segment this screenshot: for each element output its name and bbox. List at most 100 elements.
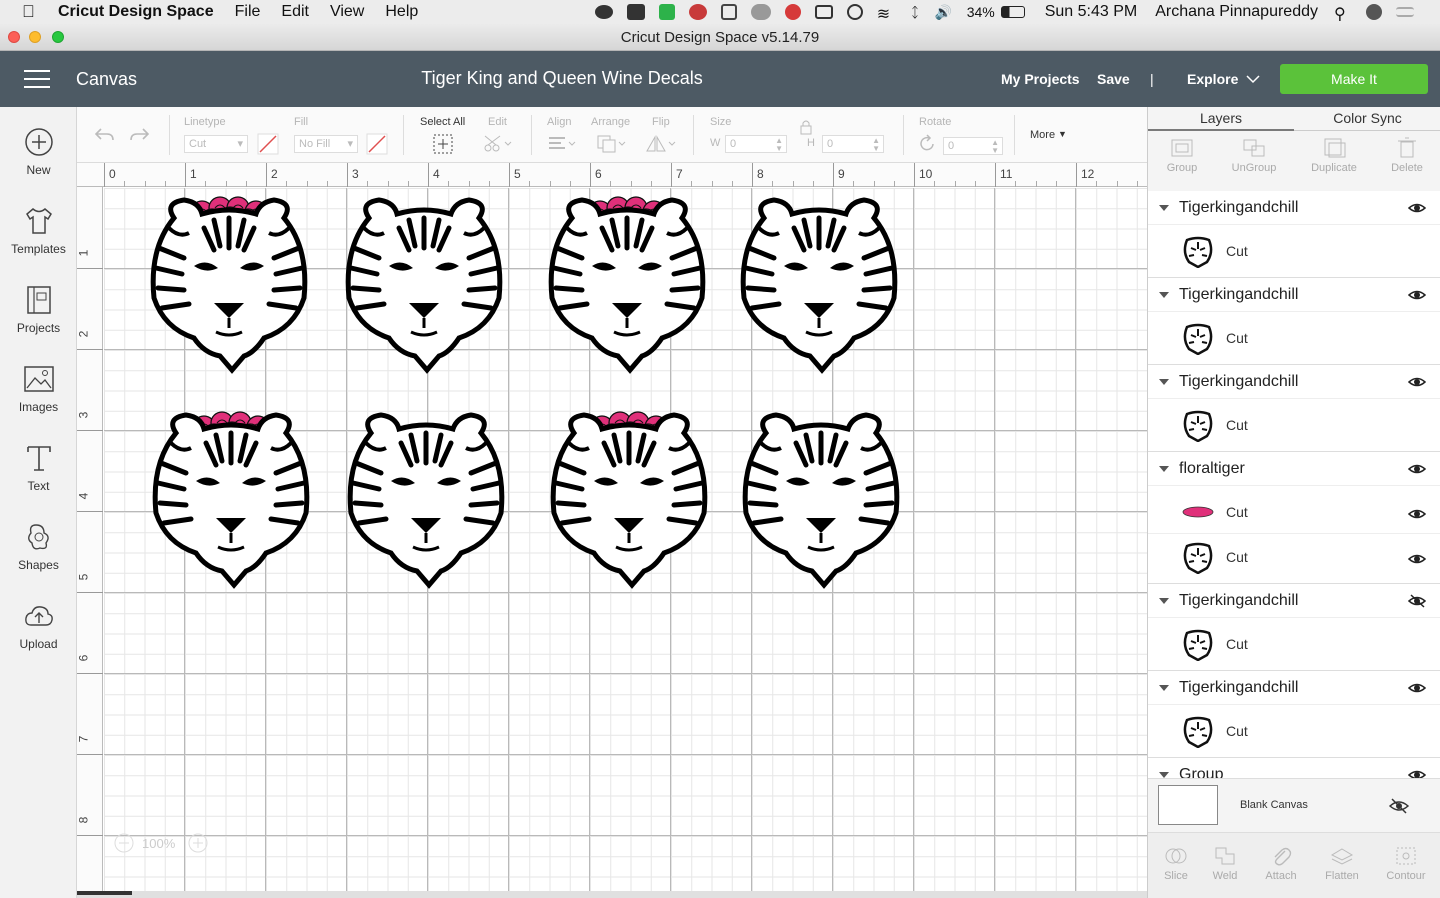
eye-hidden-icon[interactable] — [1407, 594, 1427, 608]
explore-dropdown[interactable]: Explore — [1187, 71, 1238, 87]
tiger-decal[interactable] — [341, 403, 511, 598]
attach-button[interactable]: Attach — [1253, 845, 1309, 882]
menu-view[interactable]: View — [330, 3, 364, 21]
layer-group-header[interactable]: Tigerkingandchill — [1148, 671, 1440, 705]
fill-color-swatch[interactable] — [366, 133, 388, 155]
volume-icon[interactable]: 🔊 — [935, 4, 953, 20]
select-all-label[interactable]: Select All — [420, 116, 465, 128]
slice-button[interactable]: Slice — [1148, 845, 1204, 882]
linetype-color-swatch[interactable] — [257, 133, 279, 155]
chevron-down-icon[interactable] — [1246, 75, 1260, 84]
layer-group-header[interactable]: Tigerkingandchill — [1148, 278, 1440, 312]
collapse-caret-icon[interactable] — [1159, 292, 1169, 298]
siri-icon[interactable] — [1366, 4, 1382, 20]
tiger-decal[interactable] — [734, 188, 904, 383]
layer-row[interactable]: Cut — [1148, 403, 1440, 447]
layer-row[interactable]: Cut — [1148, 535, 1440, 579]
contour-button[interactable]: Contour — [1378, 845, 1434, 882]
make-it-button[interactable]: Make It — [1280, 64, 1428, 94]
eye-icon[interactable] — [1407, 552, 1427, 566]
bluetooth-icon[interactable]: ᛨ — [911, 4, 921, 20]
maximize-window-button[interactable] — [52, 31, 64, 43]
undo-icon[interactable] — [93, 125, 115, 143]
group-button[interactable]: Group — [1148, 137, 1216, 174]
weld-button[interactable]: Weld — [1197, 845, 1253, 882]
eye-icon[interactable] — [1407, 288, 1427, 302]
tab-layers[interactable]: Layers — [1148, 107, 1294, 131]
layer-row[interactable]: Cut — [1148, 229, 1440, 273]
sidebar-item-shapes[interactable]: Shapes — [0, 522, 77, 572]
save-button[interactable]: Save — [1097, 71, 1130, 87]
zoom-in-icon[interactable] — [188, 833, 208, 853]
select-all-icon[interactable] — [432, 133, 454, 155]
menu-edit[interactable]: Edit — [281, 3, 309, 21]
app-menu[interactable]: Cricut Design Space — [58, 3, 214, 21]
tab-color-sync[interactable]: Color Sync — [1294, 107, 1440, 131]
badge-app-icon[interactable] — [688, 4, 707, 20]
spotlight-icon[interactable]: ⚲ — [1334, 4, 1352, 23]
collapse-caret-icon[interactable] — [1159, 685, 1169, 691]
close-window-button[interactable] — [8, 31, 20, 43]
dropbox-icon[interactable] — [626, 4, 645, 20]
wifi-icon[interactable]: ≋ — [877, 4, 897, 23]
sidebar-item-projects[interactable]: Projects — [0, 285, 77, 335]
layer-group-header[interactable]: floraltiger — [1148, 452, 1440, 486]
eye-icon[interactable] — [1407, 201, 1427, 215]
layer-group[interactable]: Tigerkingandchill Cut — [1148, 191, 1440, 278]
user-name[interactable]: Archana Pinnapureddy — [1155, 3, 1318, 21]
layer-group[interactable]: Tigerkingandchill Cut — [1148, 671, 1440, 758]
align-icon[interactable] — [547, 135, 577, 153]
tiger-decal[interactable] — [736, 403, 906, 598]
flip-icon[interactable] — [645, 134, 677, 154]
floral-tiger-decal[interactable] — [542, 188, 712, 383]
collapse-caret-icon[interactable] — [1159, 205, 1169, 211]
airplay-icon[interactable] — [814, 5, 833, 19]
floral-tiger-decal[interactable] — [144, 188, 314, 383]
design-canvas[interactable]: 0 1 2 3 4 5 6 7 8 9 10 11 12 12345678 100% — [77, 163, 1147, 891]
sidebar-item-new[interactable]: New — [0, 127, 77, 177]
blank-canvas-swatch[interactable] — [1158, 785, 1218, 825]
red-app-icon[interactable] — [784, 4, 801, 20]
layer-row[interactable]: Cut — [1148, 622, 1440, 666]
layer-group[interactable]: Tigerkingandchill Cut — [1148, 278, 1440, 365]
tiger-decal[interactable] — [339, 188, 509, 383]
layer-group-header[interactable]: Tigerkingandchill — [1148, 365, 1440, 399]
more-caret-icon[interactable]: ▼ — [1058, 129, 1067, 139]
arrange-icon[interactable] — [596, 134, 628, 154]
edit-scissors-icon[interactable] — [483, 134, 513, 154]
ungroup-button[interactable]: UnGroup — [1220, 137, 1288, 174]
eye-icon[interactable] — [1407, 507, 1427, 521]
sidebar-item-upload[interactable]: Upload — [0, 601, 77, 651]
sidebar-item-templates[interactable]: Templates — [0, 206, 77, 256]
layer-group-header[interactable]: Tigerkingandchill — [1148, 191, 1440, 225]
collapse-caret-icon[interactable] — [1159, 466, 1169, 472]
horizontal-scrollbar[interactable] — [77, 891, 1147, 898]
minimize-window-button[interactable] — [29, 31, 41, 43]
layer-group-header[interactable]: Tigerkingandchill — [1148, 584, 1440, 618]
blank-canvas-row[interactable]: Blank Canvas — [1148, 778, 1440, 832]
layer-row[interactable]: Cut — [1148, 709, 1440, 753]
eye-hidden-icon[interactable] — [1388, 798, 1410, 814]
menu-file[interactable]: File — [235, 3, 261, 21]
flatten-button[interactable]: Flatten — [1314, 845, 1370, 882]
layer-group[interactable]: Tigerkingandchill Cut — [1148, 584, 1440, 671]
eye-icon[interactable] — [1407, 462, 1427, 476]
width-input[interactable]: 0 ▲ ▼ — [725, 135, 787, 153]
scrollbar-thumb[interactable] — [77, 891, 132, 895]
layer-group[interactable]: Group — [1148, 758, 1440, 778]
clock[interactable]: Sun 5:43 PM — [1045, 3, 1138, 21]
apple-icon[interactable]:  — [22, 2, 38, 22]
c-app-icon[interactable] — [658, 4, 675, 20]
sidebar-item-images[interactable]: Images — [0, 364, 77, 414]
eye-icon[interactable] — [1407, 375, 1427, 389]
rotate-input[interactable]: 0 ▲ ▼ — [943, 137, 1003, 155]
layer-group[interactable]: Tigerkingandchill Cut — [1148, 365, 1440, 452]
lock-icon[interactable] — [799, 119, 813, 135]
cloud-icon[interactable] — [750, 4, 771, 20]
layer-row[interactable]: Cut — [1148, 316, 1440, 360]
height-input[interactable]: 0 ▲ ▼ — [822, 135, 884, 153]
fill-dropdown[interactable]: No Fill ▾ — [294, 135, 358, 153]
floral-tiger-decal[interactable] — [146, 403, 316, 598]
zoom-out-icon[interactable] — [114, 833, 134, 853]
floral-tiger-decal[interactable] — [544, 403, 714, 598]
